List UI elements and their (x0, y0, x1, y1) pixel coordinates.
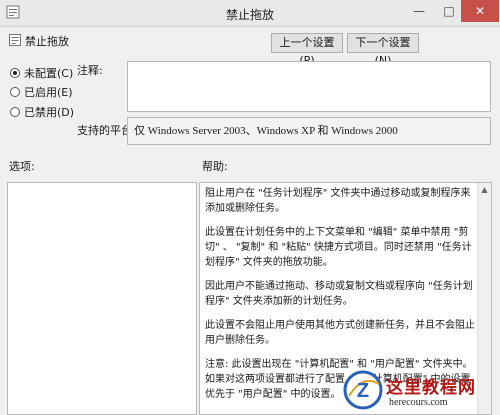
next-setting-button[interactable]: 下一个设置(N) (347, 33, 419, 67)
comment-field[interactable] (127, 61, 491, 112)
minimize-button[interactable]: — (404, 0, 434, 22)
scroll-up-arrow-icon[interactable]: ▲ (477, 183, 491, 196)
title-bar: 禁止拖放 — □ ✕ (0, 0, 500, 27)
help-label: 帮助: (202, 160, 228, 173)
radio-label: 已启用(E) (24, 86, 73, 99)
help-paragraph: 此设置不会阻止用户使用其他方式创建新任务，并且不会阻止用户删除任务。 (205, 320, 475, 346)
comment-label: 注释: (77, 64, 103, 77)
watermark-logo-icon: Z (343, 370, 383, 410)
maximize-button[interactable]: □ (434, 0, 464, 22)
previous-setting-button[interactable]: 上一个设置(P) (271, 33, 343, 67)
watermark-url: herecours.com (389, 397, 448, 408)
radio-enabled[interactable]: 已启用(E) (10, 84, 73, 100)
radio-label: 未配置(C) (24, 67, 74, 80)
options-label: 选项: (9, 160, 35, 173)
close-button[interactable]: ✕ (461, 0, 499, 22)
options-pane[interactable] (7, 182, 197, 415)
help-paragraph: 阻止用户在 "任务计划程序" 文件夹中通过移动或复制程序来添加或删除任务。 (205, 188, 471, 214)
radio-disabled[interactable]: 已禁用(D) (10, 104, 74, 120)
watermark-title: 这里教程网 (386, 378, 476, 398)
radio-not-configured[interactable]: 未配置(C) (10, 65, 73, 81)
help-paragraph: 此设置在计划任务中的上下文菜单和 "编辑" 菜单中禁用 "剪切" 、 "复制" … (205, 227, 472, 268)
radio-button[interactable] (10, 107, 20, 117)
radio-button[interactable] (10, 87, 20, 97)
supported-platform-field: 仅 Windows Server 2003、Windows XP 和 Windo… (127, 117, 491, 145)
radio-button[interactable] (10, 68, 20, 78)
policy-name: 禁止拖放 (25, 35, 69, 48)
radio-label: 已禁用(D) (24, 106, 75, 119)
help-paragraph: 因此用户不能通过拖动、移动或复制文档或程序向 "任务计划程序" 文件夹添加新的计… (205, 281, 473, 307)
watermark-logo-letter: Z (357, 380, 369, 402)
policy-setting-icon (9, 34, 21, 46)
watermark: Z 这里教程网 herecours.com (343, 370, 500, 415)
